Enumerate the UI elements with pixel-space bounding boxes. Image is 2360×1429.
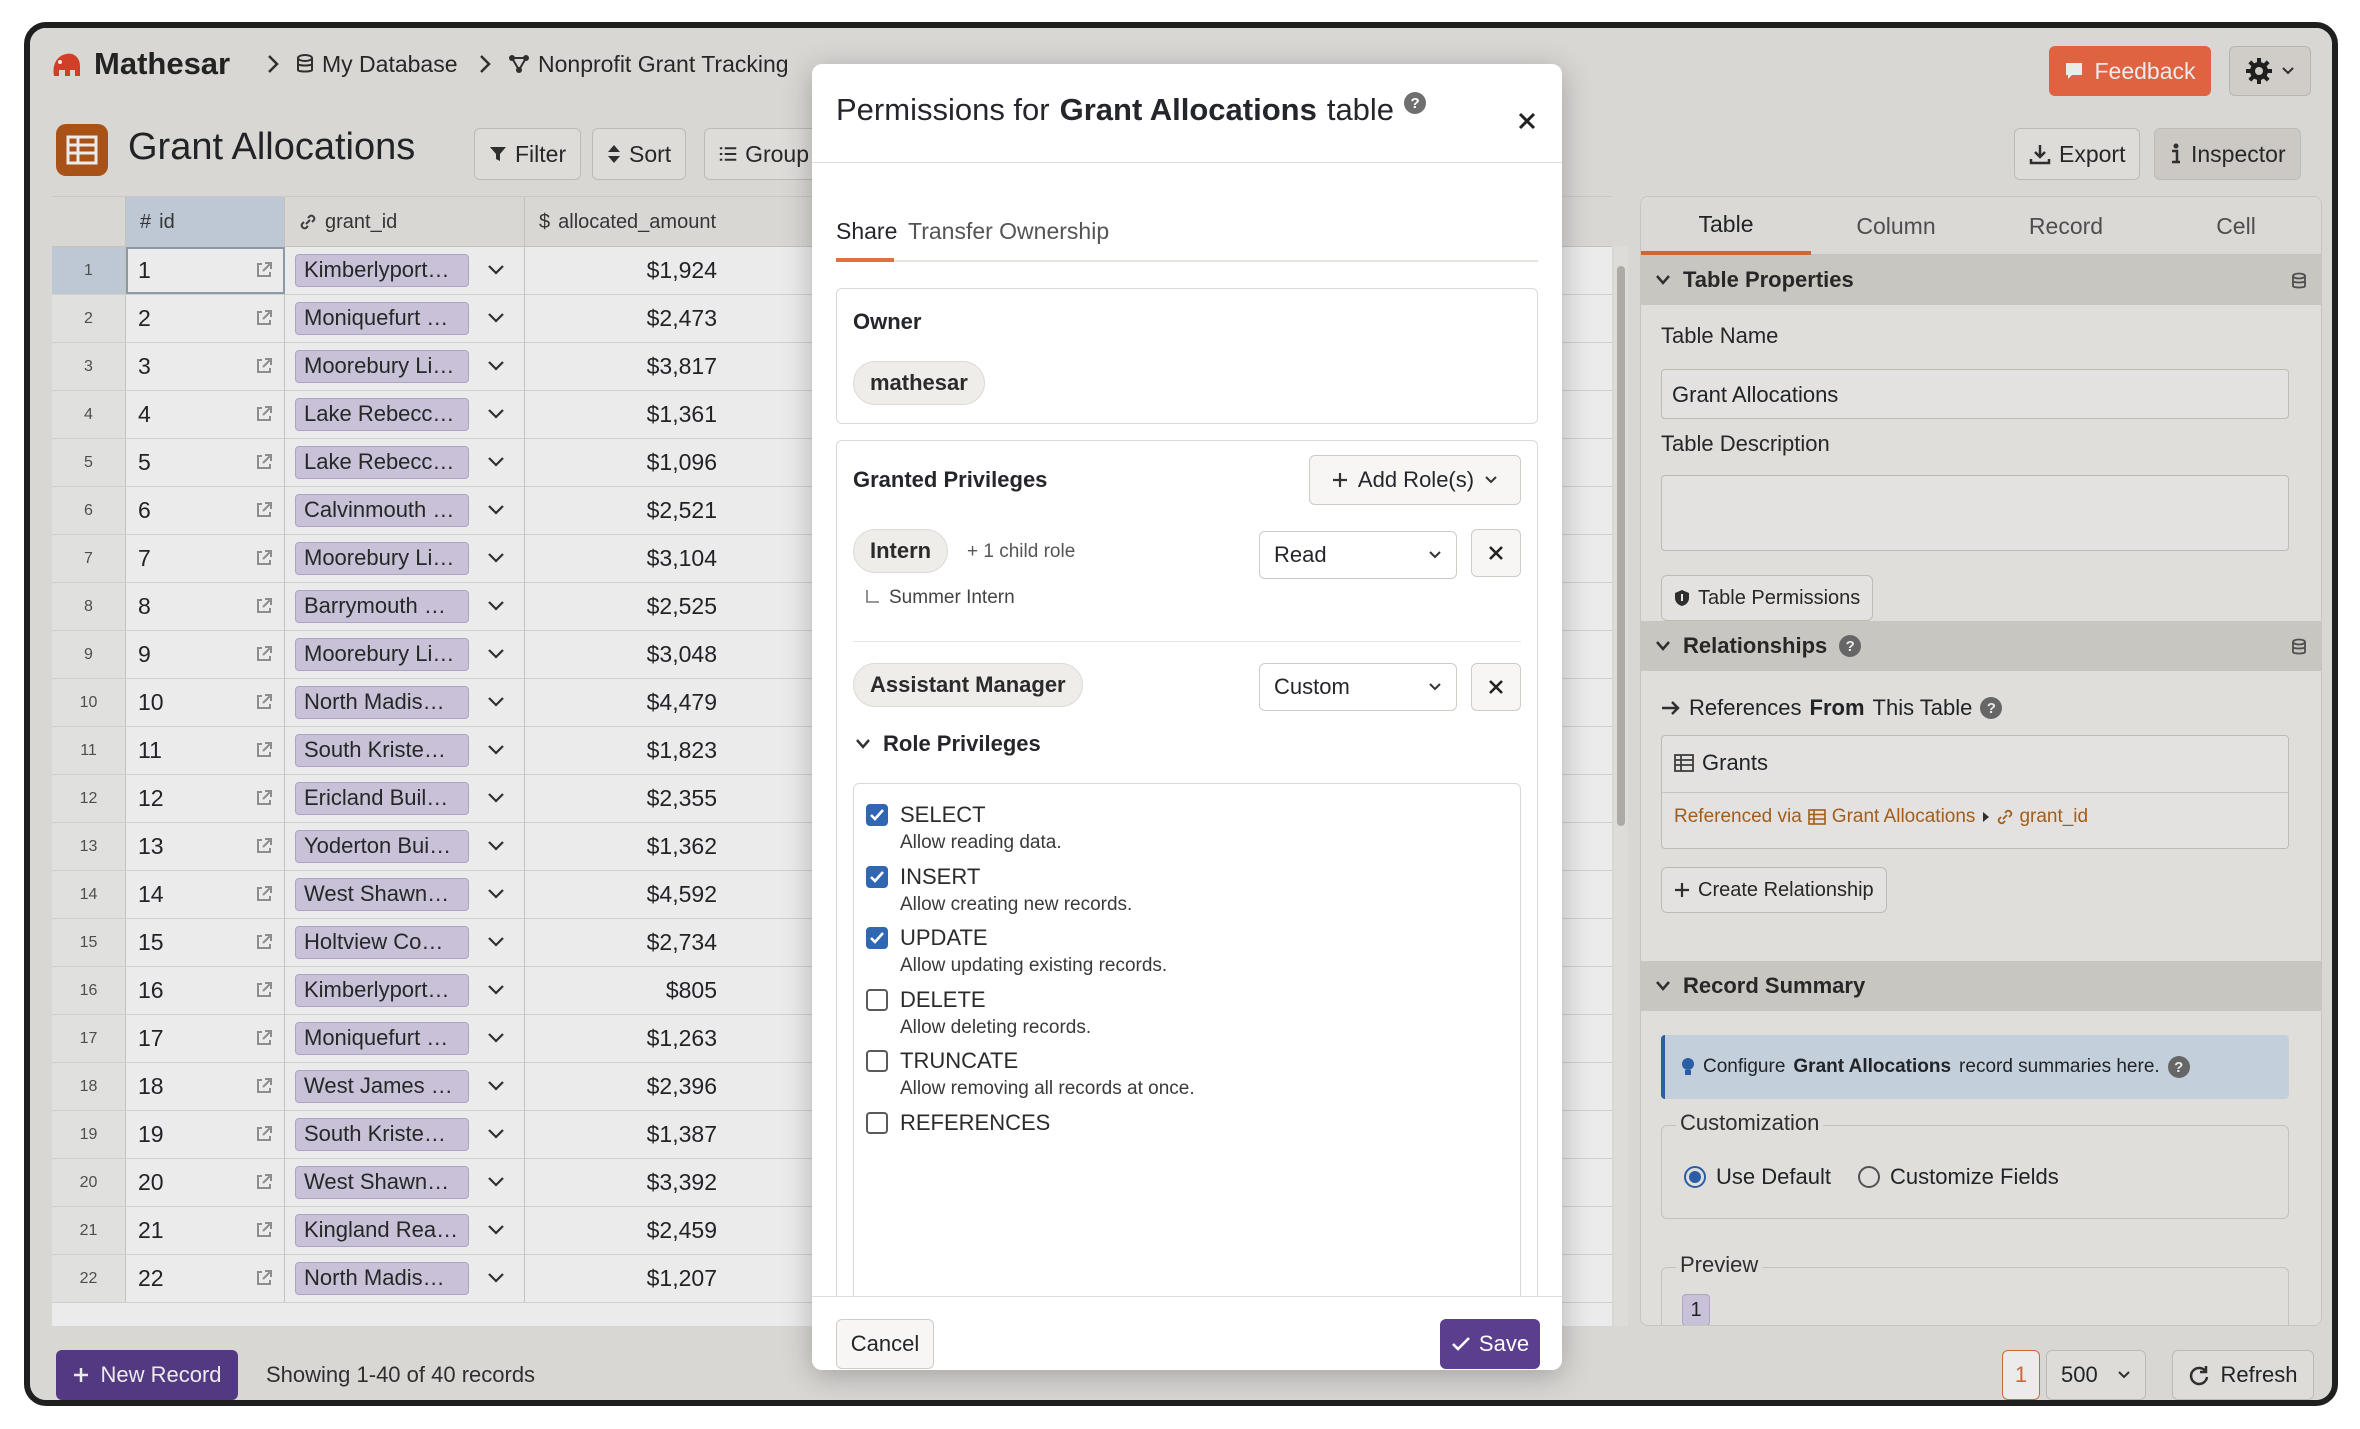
privilege-description: Allow updating existing records. bbox=[900, 955, 1168, 976]
privilege-checkbox[interactable] bbox=[866, 1111, 888, 1134]
chevron-down-icon bbox=[1429, 551, 1441, 559]
tab-transfer-ownership[interactable]: Transfer Ownership bbox=[908, 218, 1109, 245]
tab-share[interactable]: Share bbox=[836, 218, 897, 245]
child-role: Summer Intern bbox=[865, 587, 1015, 609]
add-roles-label: Add Role(s) bbox=[1357, 467, 1475, 492]
privilege-checkbox[interactable] bbox=[866, 865, 888, 888]
privilege-description: Allow removing all records at once. bbox=[900, 1078, 1195, 1099]
privilege-item[interactable]: TRUNCATE Allow removing all records at on… bbox=[866, 1048, 1506, 1106]
cancel-button[interactable]: Cancel bbox=[836, 1319, 934, 1369]
remove-role-button[interactable] bbox=[1471, 663, 1521, 711]
privilege-checkbox[interactable] bbox=[866, 804, 888, 826]
remove-role-button[interactable] bbox=[1471, 529, 1521, 577]
privilege-description: Allow deleting records. bbox=[900, 1016, 1092, 1038]
privilege-item[interactable]: UPDATE Allow updating existing records. bbox=[866, 925, 1506, 983]
role-access-select-assistant-manager[interactable]: Custom bbox=[1259, 663, 1457, 711]
title-suffix: table bbox=[1326, 92, 1395, 127]
tab-strip-line bbox=[836, 260, 1538, 262]
owner-label: Owner bbox=[853, 309, 922, 334]
privilege-checkbox[interactable] bbox=[866, 927, 888, 949]
close-icon bbox=[1489, 680, 1503, 694]
check-icon bbox=[870, 870, 884, 883]
role-privileges-label: Role Privileges bbox=[883, 731, 1041, 756]
chevron-down-icon bbox=[1485, 476, 1497, 484]
privilege-item[interactable]: DELETE Allow deleting records. bbox=[866, 987, 1506, 1045]
help-icon[interactable]: ? bbox=[1404, 92, 1427, 114]
chevron-down-icon bbox=[1429, 683, 1441, 691]
privilege-name: DELETE bbox=[900, 986, 986, 1012]
child-role-note: + 1 child role bbox=[967, 541, 1076, 562]
add-roles-button[interactable]: Add Role(s) bbox=[1309, 455, 1521, 505]
plus-icon bbox=[1332, 473, 1347, 487]
privilege-description: Allow reading data. bbox=[900, 832, 1062, 853]
privilege-item[interactable]: INSERT Allow creating new records. bbox=[866, 864, 1506, 922]
save-button[interactable]: Save bbox=[1440, 1319, 1540, 1369]
privilege-name: UPDATE bbox=[900, 925, 988, 950]
privileges-list: SELECT Allow reading data. INSERT Allow cre… bbox=[853, 783, 1521, 1370]
access-value: Custom bbox=[1274, 674, 1350, 699]
active-tab-indicator bbox=[836, 258, 894, 262]
role-access-select-intern[interactable]: Read bbox=[1259, 531, 1457, 579]
owner-box: Owner mathesar bbox=[836, 288, 1538, 424]
privilege-name: SELECT bbox=[900, 802, 986, 827]
privilege-checkbox[interactable] bbox=[866, 1050, 888, 1072]
role-pill-intern: Intern bbox=[853, 529, 949, 573]
access-value: Read bbox=[1274, 542, 1327, 567]
privilege-description: Allow creating new records. bbox=[900, 893, 1133, 915]
divider bbox=[853, 641, 1521, 642]
tree-branch-icon bbox=[866, 590, 879, 603]
role-privileges-toggle[interactable]: Role Privileges bbox=[855, 731, 1041, 757]
modal-footer: Cancel Save bbox=[812, 1296, 1562, 1370]
privilege-item[interactable]: SELECT Allow reading data. bbox=[866, 802, 1506, 860]
chevron-down-icon bbox=[856, 739, 870, 749]
close-icon bbox=[1489, 546, 1503, 560]
check-icon bbox=[870, 932, 884, 944]
granted-privileges-box: Granted Privileges Add Role(s) Intern + … bbox=[836, 440, 1538, 1370]
check-icon bbox=[1452, 1337, 1470, 1351]
close-icon[interactable] bbox=[1516, 110, 1538, 132]
app-window: Mathesar My Database Nonprofit Grant Tra… bbox=[24, 22, 2338, 1406]
privilege-name: TRUNCATE bbox=[900, 1048, 1019, 1073]
title-prefix: Permissions for bbox=[836, 92, 1050, 127]
title-table: Grant Allocations bbox=[1059, 92, 1317, 127]
privilege-checkbox[interactable] bbox=[866, 988, 888, 1011]
divider bbox=[812, 162, 1562, 163]
save-label: Save bbox=[1478, 1331, 1530, 1356]
owner-pill: mathesar bbox=[853, 361, 985, 405]
privilege-name: INSERT bbox=[900, 863, 981, 889]
child-role-name: Summer Intern bbox=[889, 587, 1015, 608]
privilege-name: REFERENCES bbox=[900, 1109, 1051, 1135]
check-icon bbox=[870, 809, 884, 821]
granted-privileges-label: Granted Privileges bbox=[853, 467, 1048, 492]
modal-title: Permissions for Grant Allocations table … bbox=[836, 92, 1427, 128]
permissions-modal: Permissions for Grant Allocations table … bbox=[812, 64, 1562, 1370]
privilege-item[interactable]: REFERENCES bbox=[866, 1110, 1506, 1168]
role-pill-assistant-manager: Assistant Manager bbox=[853, 663, 1083, 707]
